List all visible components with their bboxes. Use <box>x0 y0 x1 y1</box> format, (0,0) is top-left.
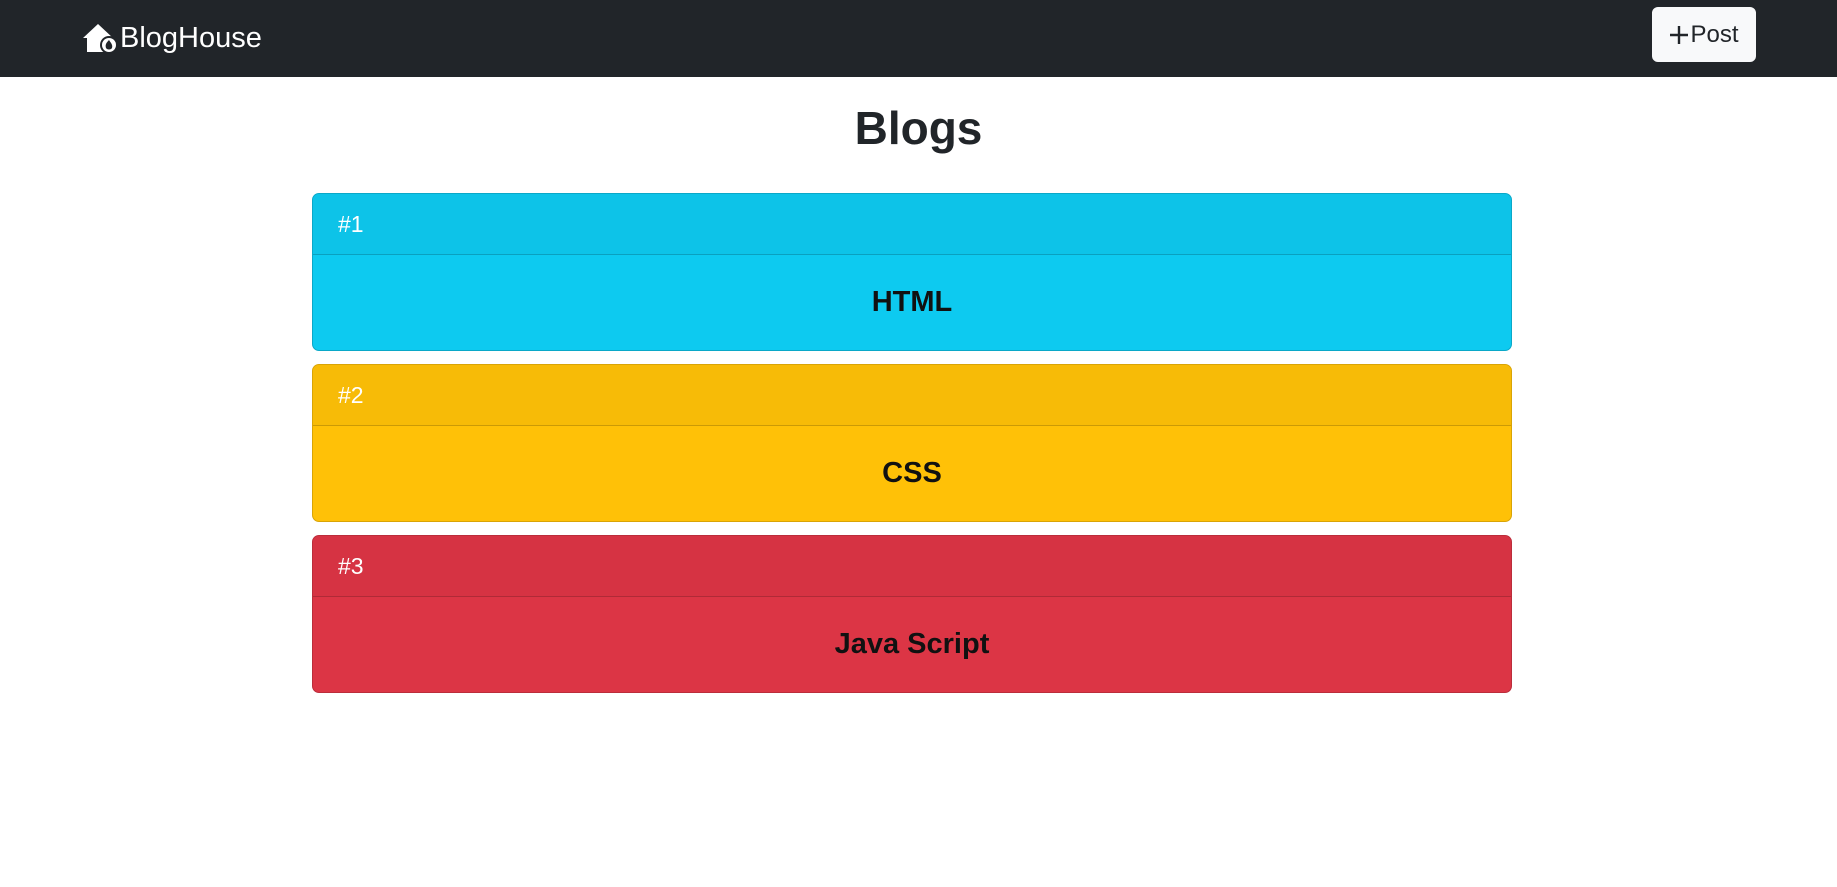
blog-card-number: #1 <box>313 194 1511 255</box>
blog-card[interactable]: #1 HTML <box>312 193 1512 351</box>
post-button[interactable]: Post <box>1652 7 1756 62</box>
plus-icon <box>1670 25 1689 44</box>
page-title: Blogs <box>854 102 983 154</box>
blog-card-number: #2 <box>313 365 1511 426</box>
blog-card[interactable]: #3 Java Script <box>312 535 1512 693</box>
house-fire-icon <box>83 24 118 54</box>
blog-card-title: CSS <box>882 457 942 489</box>
post-button-label: Post <box>1690 20 1739 48</box>
blog-list: #1 HTML #2 CSS #3 Java Script <box>312 193 1512 706</box>
blog-card-number: #3 <box>313 536 1511 597</box>
blog-card[interactable]: #2 CSS <box>312 364 1512 522</box>
blog-card-title: HTML <box>871 286 953 318</box>
brand-text: BlogHouse <box>120 21 262 54</box>
top-navbar: BlogHouse Post <box>0 0 1837 77</box>
blog-card-title: Java Script <box>834 628 990 660</box>
brand-link[interactable]: BlogHouse <box>81 19 262 57</box>
